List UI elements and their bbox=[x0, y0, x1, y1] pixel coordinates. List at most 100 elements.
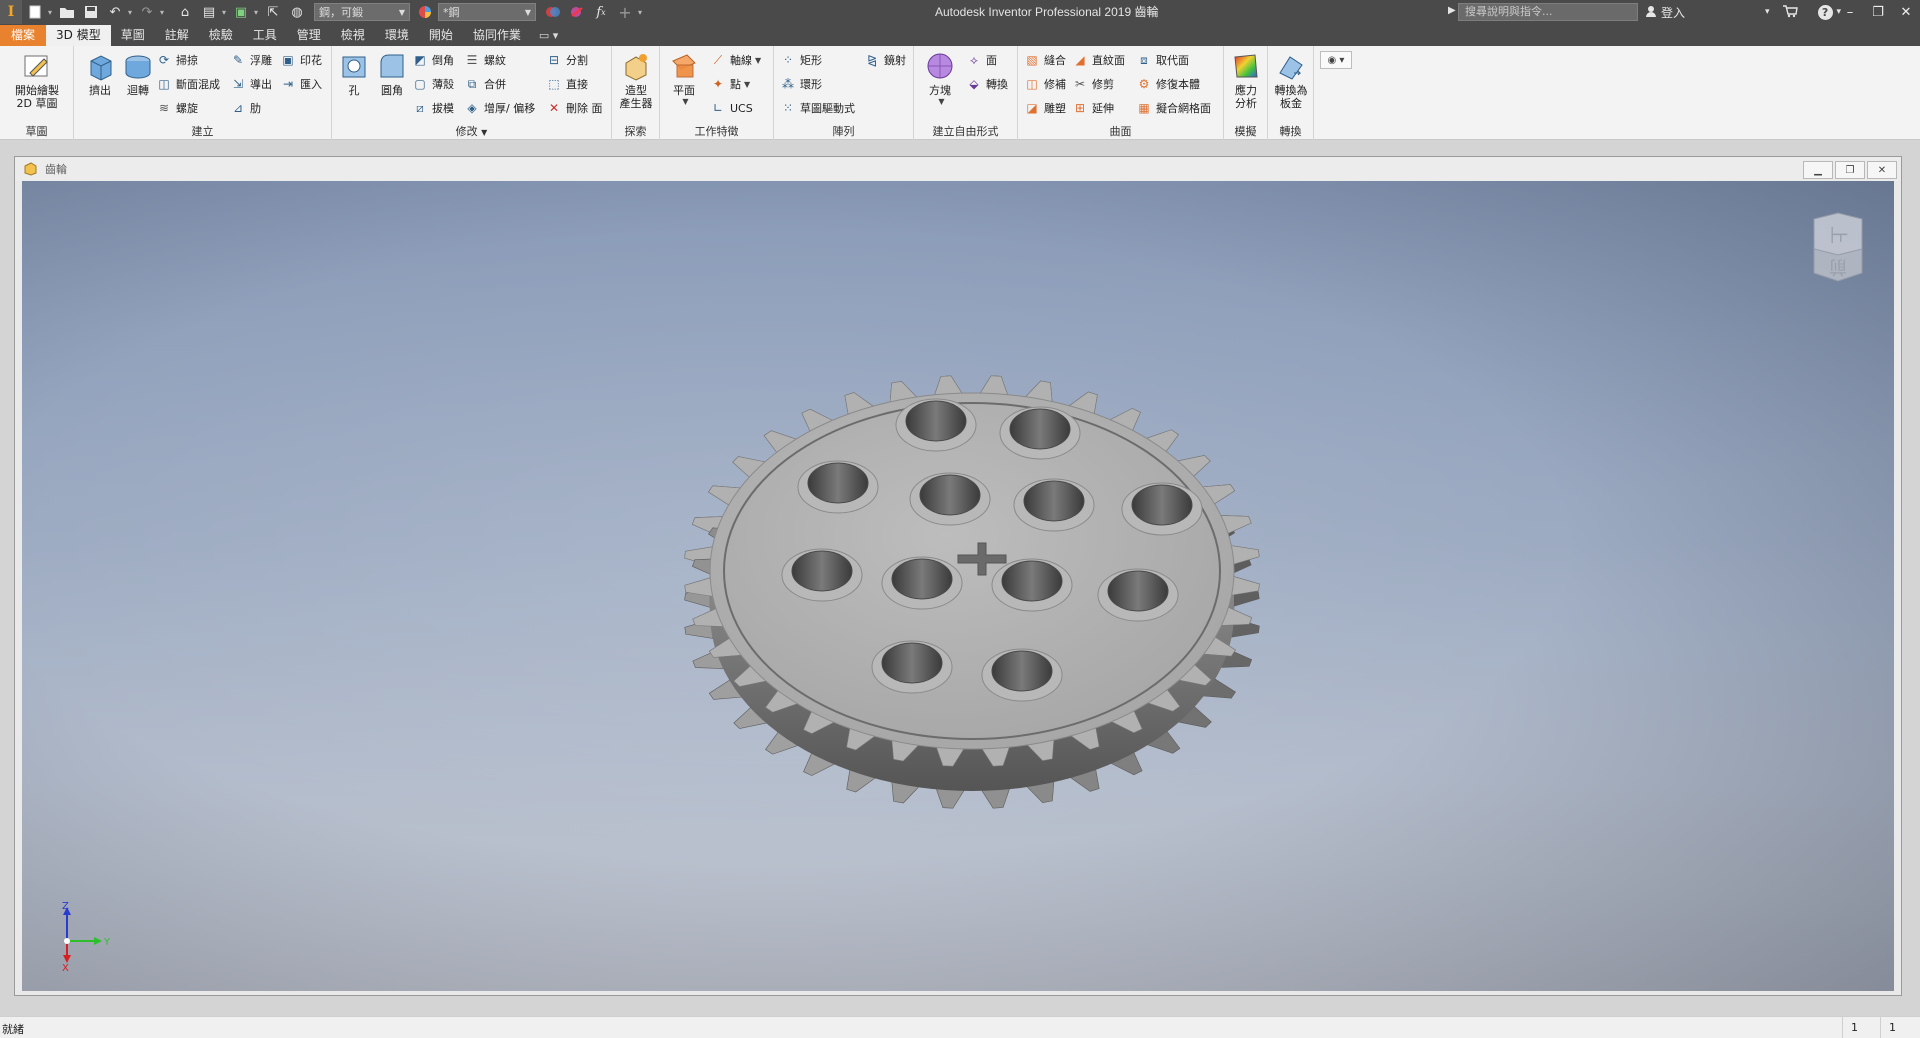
chamfer-button[interactable]: ◩ 倒角 bbox=[412, 50, 454, 70]
shape-generator-button[interactable]: 造型 產生器 bbox=[614, 50, 658, 110]
trim-button[interactable]: ✂ 修剪 bbox=[1072, 74, 1114, 94]
new-dropdown-icon[interactable]: ▾ bbox=[46, 2, 54, 22]
print-dropdown-icon[interactable]: ▾ bbox=[220, 2, 228, 22]
update-dropdown-icon[interactable]: ▾ bbox=[252, 2, 260, 22]
box-dropdown-icon[interactable]: ▼ bbox=[938, 97, 944, 106]
start-2d-sketch-button[interactable]: 開始繪製 2D 草圖 bbox=[12, 50, 62, 110]
color-wheel-icon[interactable] bbox=[414, 2, 436, 22]
cart-icon[interactable] bbox=[1782, 4, 1798, 21]
combine-button[interactable]: ⧉ 合併 bbox=[464, 74, 506, 94]
undo-dropdown-icon[interactable]: ▾ bbox=[126, 2, 134, 22]
stress-analysis-button[interactable]: 應力 分析 bbox=[1224, 50, 1268, 110]
new-file-icon[interactable] bbox=[24, 2, 46, 22]
select-icon[interactable]: ⇱ bbox=[262, 2, 284, 22]
sweep-button[interactable]: ⟳ 掃掠 bbox=[156, 50, 198, 70]
appearance-globe-icon[interactable]: ◍ bbox=[286, 2, 308, 22]
graphics-viewport[interactable]: 上 前 Z Y X bbox=[22, 181, 1894, 991]
draft-button[interactable]: ⧄ 拔模 bbox=[412, 98, 454, 118]
tab-1[interactable]: 3D 模型 bbox=[46, 25, 111, 46]
tab-2[interactable]: 草圖 bbox=[111, 25, 155, 46]
sign-in-dropdown-icon[interactable]: ▾ bbox=[1765, 7, 1770, 17]
search-arrow-icon[interactable]: ▶ bbox=[1448, 5, 1456, 16]
function-fx-icon[interactable]: fx bbox=[590, 2, 612, 22]
user-icon[interactable] bbox=[1645, 5, 1657, 20]
tab-4[interactable]: 檢驗 bbox=[199, 25, 243, 46]
tab-8[interactable]: 環境 bbox=[375, 25, 419, 46]
tab-10[interactable]: 協同作業 bbox=[463, 25, 531, 46]
circular-pattern-button[interactable]: ⁂ 環形 bbox=[780, 74, 822, 94]
material-select[interactable]: 鋼，可鍛 ▼ bbox=[314, 3, 410, 21]
redo-icon[interactable]: ↷ bbox=[136, 2, 158, 22]
point-dropdown-icon[interactable]: ▼ bbox=[744, 80, 750, 89]
doc-restore-icon[interactable]: ❐ bbox=[1835, 161, 1865, 179]
tab-overflow-icon[interactable]: ▭ ▾ bbox=[539, 25, 558, 46]
view-cube[interactable]: 上 前 bbox=[1808, 211, 1868, 287]
stitch-button[interactable]: ▧ 縫合 bbox=[1024, 50, 1066, 70]
patch-button[interactable]: ◫ 修補 bbox=[1024, 74, 1066, 94]
adjust-appearance-icon[interactable] bbox=[542, 2, 564, 22]
tab-9[interactable]: 開始 bbox=[419, 25, 463, 46]
document-title-bar[interactable]: 齒輪 ▁ ❐ ✕ bbox=[15, 157, 1901, 181]
help-icon[interactable]: ? bbox=[1817, 4, 1833, 20]
customize-qat-icon[interactable]: ▾ bbox=[636, 2, 644, 22]
print-icon[interactable]: ▤ bbox=[198, 2, 220, 22]
direct-edit-button[interactable]: ⬚ 直接 bbox=[546, 74, 588, 94]
add-icon[interactable]: + bbox=[614, 2, 636, 22]
plane-dropdown-icon[interactable]: ▼ bbox=[682, 97, 688, 106]
derive-button[interactable]: ⇲ 導出 bbox=[230, 74, 272, 94]
group-modify-label[interactable]: 修改 ▼ bbox=[332, 124, 611, 139]
help-search-input[interactable]: 搜尋說明與指令... bbox=[1458, 3, 1638, 21]
restore-icon[interactable]: ❐ bbox=[1864, 0, 1892, 24]
point-button[interactable]: ✦ 點 ▼ bbox=[710, 74, 750, 94]
axis-dropdown-icon[interactable]: ▼ bbox=[755, 56, 761, 65]
thicken-offset-button[interactable]: ◈ 增厚/ 偏移 bbox=[464, 98, 535, 118]
thread-button[interactable]: ☰ 螺紋 bbox=[464, 50, 506, 70]
sculpt-button[interactable]: ◪ 雕塑 bbox=[1024, 98, 1066, 118]
split-button[interactable]: ⊟ 分割 bbox=[546, 50, 588, 70]
tab-0[interactable]: 檔案 bbox=[0, 25, 47, 46]
coil-button[interactable]: ≋ 螺旋 bbox=[156, 98, 198, 118]
sketch-driven-pattern-button[interactable]: ⁙ 草圖驅動式 bbox=[780, 98, 855, 118]
loft-button[interactable]: ◫ 斷面混成 bbox=[156, 74, 220, 94]
convert-to-sheet-metal-button[interactable]: 轉換為 板金 bbox=[1269, 50, 1313, 110]
shell-button[interactable]: ▢ 薄殼 bbox=[412, 74, 454, 94]
tab-5[interactable]: 工具 bbox=[243, 25, 287, 46]
replace-face-button[interactable]: ⧈ 取代面 bbox=[1136, 50, 1189, 70]
gear-model[interactable] bbox=[672, 361, 1272, 821]
freeform-face-button[interactable]: ⟡ 面 bbox=[966, 50, 997, 70]
undo-icon[interactable]: ↶ bbox=[104, 2, 126, 22]
plane-button[interactable]: 平面 ▼ bbox=[662, 50, 706, 106]
decal-button[interactable]: ▣ 印花 bbox=[280, 50, 322, 70]
appearance-select[interactable]: *鋼 ▼ bbox=[438, 3, 536, 21]
tab-6[interactable]: 管理 bbox=[287, 25, 331, 46]
repair-bodies-button[interactable]: ⚙ 修復本體 bbox=[1136, 74, 1200, 94]
close-icon[interactable]: ✕ bbox=[1892, 0, 1920, 24]
rectangular-pattern-button[interactable]: ⁘ 矩形 bbox=[780, 50, 822, 70]
fit-mesh-face-button[interactable]: ▦ 擬合網格面 bbox=[1136, 98, 1211, 118]
emboss-button[interactable]: ✎ 浮雕 bbox=[230, 50, 272, 70]
redo-dropdown-icon[interactable]: ▾ bbox=[158, 2, 166, 22]
home-icon[interactable]: ⌂ bbox=[174, 2, 196, 22]
doc-close-icon[interactable]: ✕ bbox=[1867, 161, 1897, 179]
mirror-button[interactable]: ⧎ 鏡射 bbox=[864, 50, 906, 70]
ribbon-options-button[interactable]: ◉ ▾ bbox=[1320, 51, 1352, 69]
freeform-convert-button[interactable]: ⬙ 轉換 bbox=[966, 74, 1008, 94]
ruled-surface-button[interactable]: ◢ 直紋面 bbox=[1072, 50, 1125, 70]
rib-button[interactable]: ⊿ 肋 bbox=[230, 98, 261, 118]
extend-button[interactable]: ⊞ 延伸 bbox=[1072, 98, 1114, 118]
open-folder-icon[interactable] bbox=[56, 2, 78, 22]
tab-7[interactable]: 檢視 bbox=[331, 25, 375, 46]
save-icon[interactable] bbox=[80, 2, 102, 22]
tab-3[interactable]: 註解 bbox=[155, 25, 199, 46]
minimize-icon[interactable]: – bbox=[1836, 0, 1864, 24]
axis-button[interactable]: ⟋ 軸線 ▼ bbox=[710, 50, 761, 70]
doc-minimize-icon[interactable]: ▁ bbox=[1803, 161, 1833, 179]
delete-face-button[interactable]: ✕ 刪除 面 bbox=[546, 98, 603, 118]
ucs-button[interactable]: ∟ UCS bbox=[710, 98, 753, 118]
revolve-button[interactable]: 迴轉 bbox=[116, 50, 160, 97]
import-button[interactable]: ⇥ 匯入 bbox=[280, 74, 322, 94]
update-icon[interactable]: ▣ bbox=[230, 2, 252, 22]
sign-in-label[interactable]: 登入 bbox=[1661, 4, 1685, 21]
fillet-button[interactable]: 圓角 bbox=[370, 50, 414, 97]
clear-appearance-icon[interactable] bbox=[566, 2, 588, 22]
